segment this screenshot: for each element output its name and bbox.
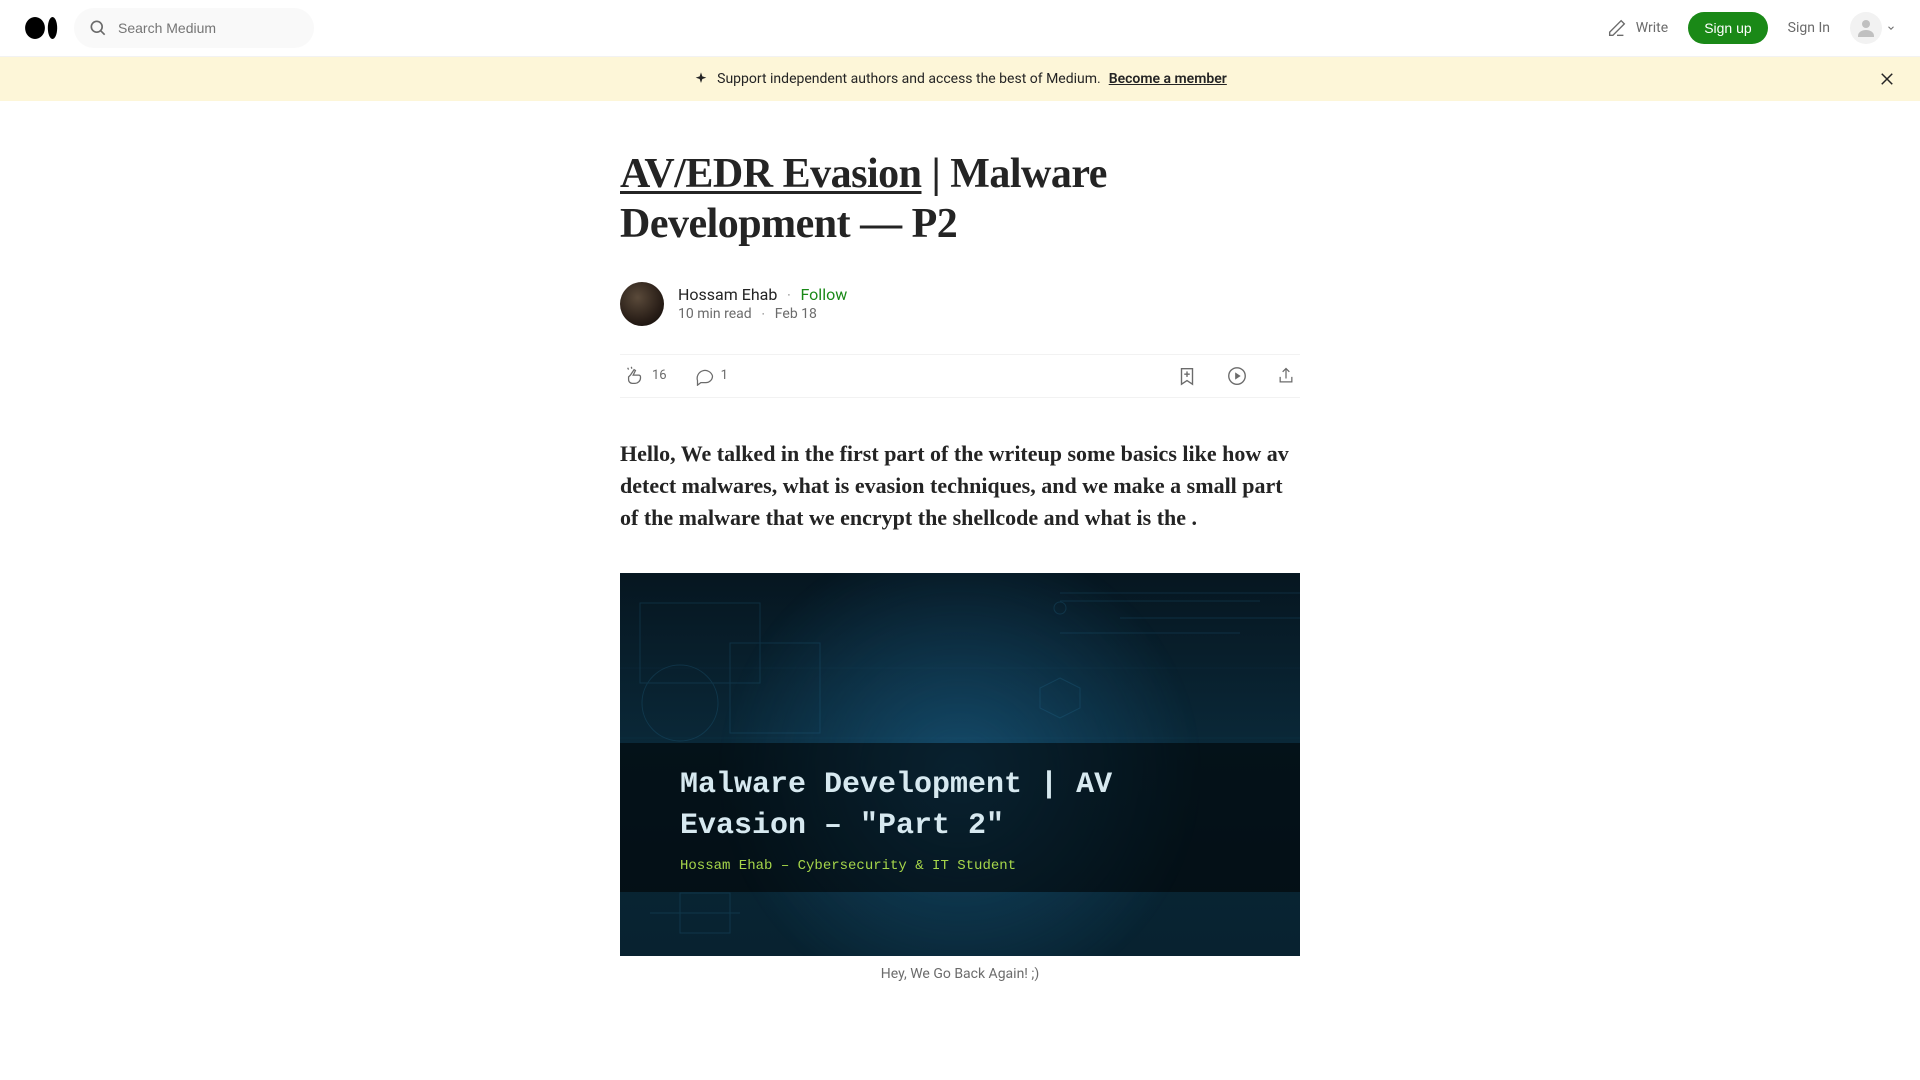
hero-figure: Malware Development | AV Evasion – "Part… — [620, 573, 1300, 982]
follow-button[interactable]: Follow — [801, 285, 848, 304]
search-box[interactable] — [74, 8, 314, 48]
article-title: AV/EDR Evasion | Malware Development — P… — [620, 149, 1300, 250]
hero-title: Malware Development | AV Evasion – "Part… — [680, 765, 1240, 846]
profile-menu[interactable] — [1850, 12, 1896, 44]
header-right: Write Sign up Sign In — [1606, 12, 1896, 44]
listen-button[interactable] — [1226, 365, 1248, 387]
write-label: Write — [1636, 20, 1668, 36]
title-underlined-part: AV/EDR Evasion — [620, 151, 921, 197]
separator-dot: · — [787, 288, 790, 302]
responses-count: 1 — [721, 368, 728, 383]
share-icon — [1276, 366, 1296, 386]
bookmark-button[interactable] — [1176, 365, 1198, 387]
bookmark-add-icon — [1176, 365, 1198, 387]
close-icon — [1878, 70, 1896, 88]
write-icon — [1606, 17, 1628, 39]
action-bar: 16 1 — [620, 354, 1300, 398]
hero-image: Malware Development | AV Evasion – "Part… — [620, 573, 1300, 956]
clap-button[interactable]: 16 — [624, 365, 667, 387]
hero-text-overlay: Malware Development | AV Evasion – "Part… — [620, 743, 1300, 892]
chevron-down-icon — [1886, 23, 1896, 33]
hero-subtitle: Hossam Ehab – Cybersecurity & IT Student — [680, 858, 1240, 874]
banner-close-button[interactable] — [1878, 70, 1896, 88]
article: AV/EDR Evasion | Malware Development — P… — [620, 101, 1300, 982]
signin-button[interactable]: Sign In — [1788, 20, 1830, 36]
article-intro: Hello, We talked in the first part of th… — [620, 438, 1300, 534]
medium-logo[interactable] — [24, 17, 58, 39]
responses-button[interactable]: 1 — [695, 366, 728, 386]
author-row: Hossam Ehab · Follow 10 min read · Feb 1… — [620, 282, 1300, 326]
membership-banner: Support independent authors and access t… — [0, 57, 1920, 101]
logo-ellipse-small — [48, 17, 57, 39]
become-member-link[interactable]: Become a member — [1109, 71, 1227, 87]
write-button[interactable]: Write — [1606, 17, 1668, 39]
author-avatar[interactable] — [620, 282, 664, 326]
avatar-placeholder — [1850, 12, 1882, 44]
search-input[interactable] — [118, 20, 300, 36]
header: Write Sign up Sign In — [0, 0, 1920, 57]
separator-dot: · — [762, 307, 765, 321]
logo-ellipse-large — [25, 17, 45, 39]
author-name[interactable]: Hossam Ehab — [678, 285, 777, 304]
read-time: 10 min read — [678, 306, 752, 322]
publish-date: Feb 18 — [775, 306, 817, 322]
clap-icon — [624, 365, 646, 387]
play-circle-icon — [1226, 365, 1248, 387]
hero-caption: Hey, We Go Back Again! ;) — [620, 966, 1300, 982]
search-icon — [88, 18, 108, 38]
author-meta: Hossam Ehab · Follow 10 min read · Feb 1… — [678, 285, 847, 322]
share-button[interactable] — [1276, 366, 1296, 386]
signup-button[interactable]: Sign up — [1688, 12, 1767, 44]
banner-text: Support independent authors and access t… — [717, 71, 1101, 87]
clap-count: 16 — [652, 368, 667, 383]
sparkle-icon — [693, 71, 709, 87]
comment-icon — [695, 366, 715, 386]
